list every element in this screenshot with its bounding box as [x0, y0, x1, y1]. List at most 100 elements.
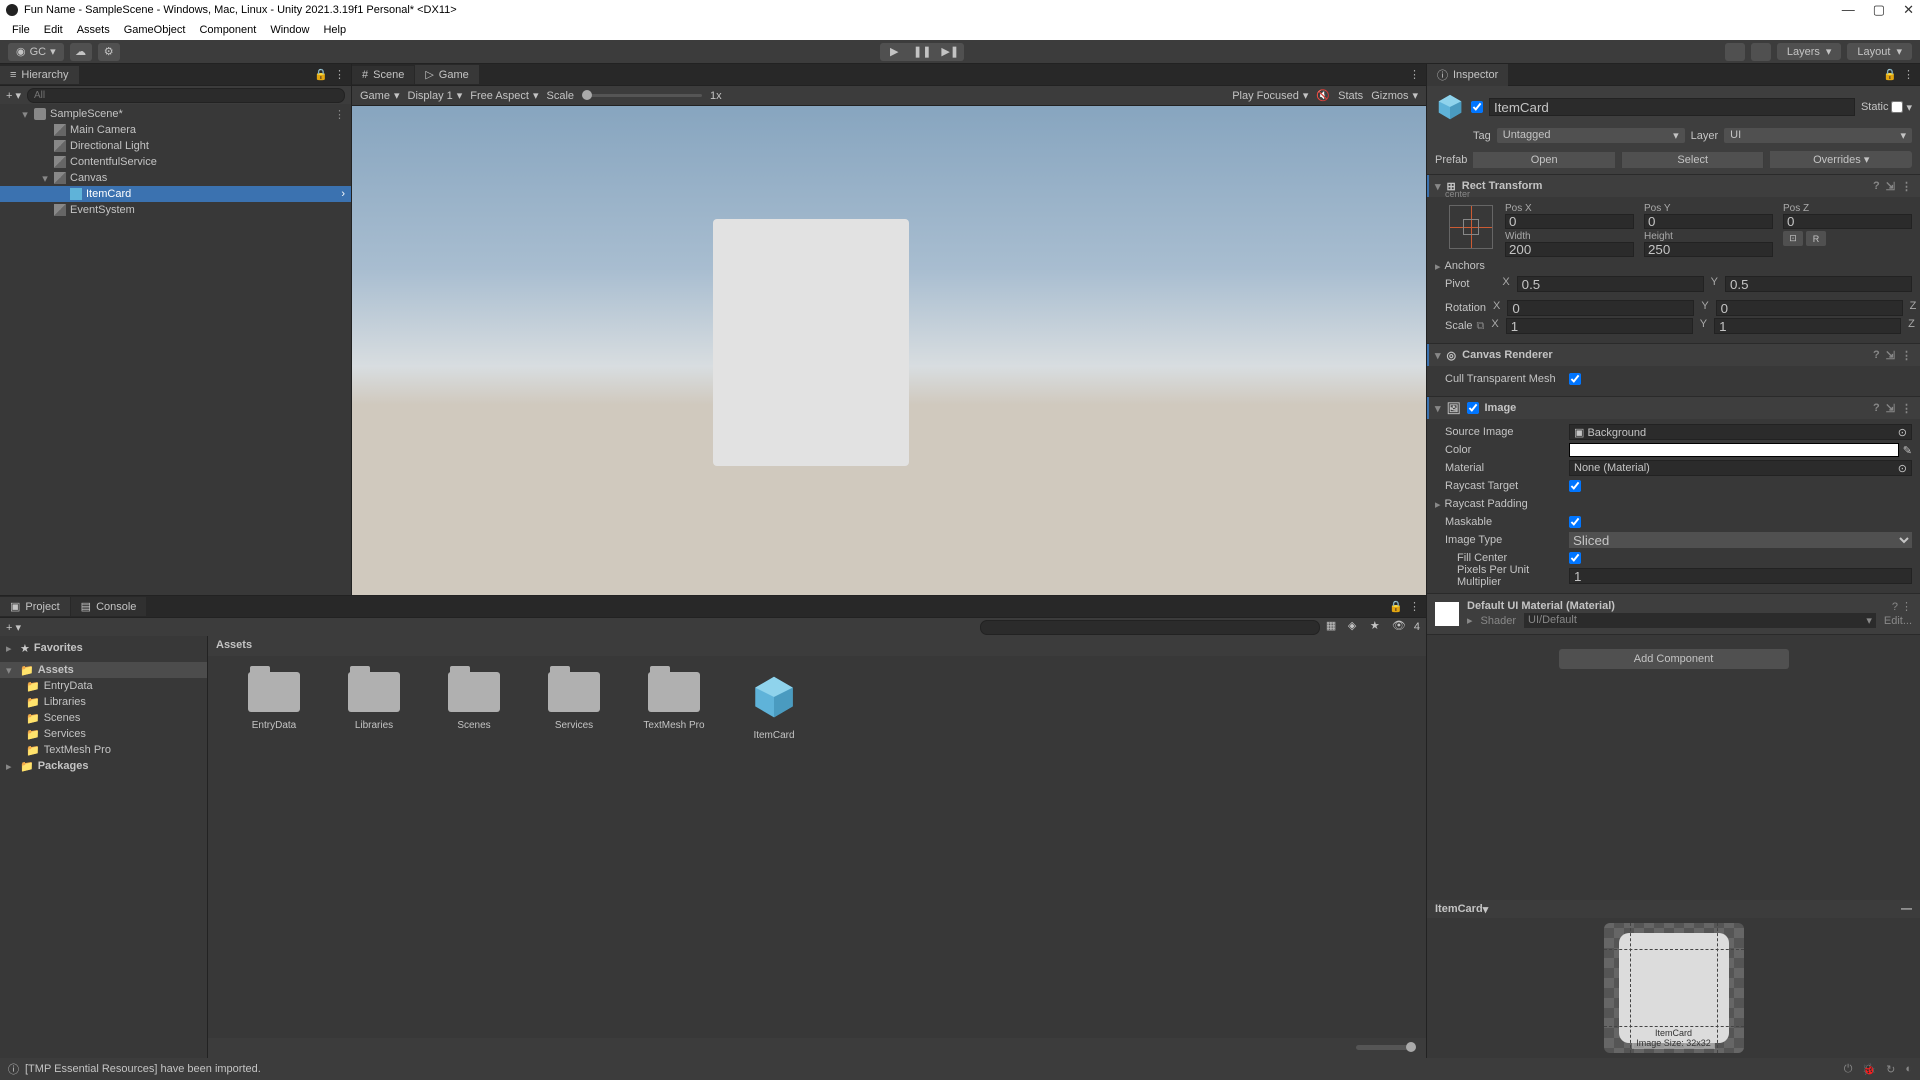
packages-row[interactable]: ▸📁 Packages: [0, 758, 207, 774]
rot-y-field[interactable]: [1716, 300, 1903, 316]
menu-assets[interactable]: Assets: [71, 22, 116, 38]
preset-icon[interactable]: ⇲: [1886, 180, 1895, 193]
color-field[interactable]: [1569, 443, 1899, 457]
menu-window[interactable]: Window: [264, 22, 315, 38]
console-tab[interactable]: ▤ Console: [71, 597, 147, 616]
edit-button[interactable]: Edit...: [1884, 615, 1912, 627]
gizmos-dropdown[interactable]: Gizmos ▾: [1371, 89, 1418, 102]
auto-generate-lighting-icon[interactable]: ⏻: [1844, 1063, 1853, 1076]
posy-field[interactable]: [1644, 214, 1773, 229]
panel-menu-icon[interactable]: ⋮: [1409, 600, 1420, 613]
panel-lock-icon[interactable]: 🔒: [1883, 68, 1897, 81]
hierarchy-item-selected[interactable]: ItemCard›: [0, 186, 351, 202]
asset-item[interactable]: TextMesh Pro: [638, 672, 710, 1022]
asset-item[interactable]: Libraries: [338, 672, 410, 1022]
add-component-button[interactable]: Add Component: [1559, 649, 1789, 669]
eyedropper-icon[interactable]: ✎: [1903, 444, 1912, 457]
settings-button[interactable]: ⚙: [98, 43, 120, 61]
hierarchy-item[interactable]: Main Camera: [0, 122, 351, 138]
layer-dropdown[interactable]: UI▾: [1724, 128, 1912, 143]
scene-tab[interactable]: # Scene: [352, 66, 414, 84]
search-by-type-icon[interactable]: ▦: [1326, 619, 1342, 635]
scale-slider[interactable]: [582, 94, 702, 97]
menu-gameobject[interactable]: GameObject: [118, 22, 192, 38]
tree-item[interactable]: 📁 Scenes: [0, 710, 207, 726]
project-tab[interactable]: ▣ Project: [0, 597, 70, 616]
constrain-icon[interactable]: ⧉: [1477, 320, 1485, 333]
posx-field[interactable]: [1505, 214, 1634, 229]
inspector-tab[interactable]: ⓘ Inspector: [1427, 64, 1508, 86]
undo-history-button[interactable]: [1725, 43, 1745, 61]
layout-dropdown[interactable]: Layout ▾: [1847, 43, 1912, 60]
tree-item[interactable]: 📁 EntryData: [0, 678, 207, 694]
shader-dropdown[interactable]: UI/Default▾: [1524, 613, 1876, 628]
activity-icon[interactable]: ↻: [1886, 1063, 1895, 1076]
thumbnail-size-slider[interactable]: [1356, 1045, 1416, 1050]
asset-item[interactable]: ItemCard: [738, 672, 810, 1022]
save-search-icon[interactable]: ★: [1370, 619, 1386, 635]
panel-lock-icon[interactable]: 🔒: [1389, 600, 1403, 613]
image-type-dropdown[interactable]: Sliced: [1569, 532, 1912, 548]
asset-item[interactable]: Services: [538, 672, 610, 1022]
favorites-row[interactable]: ▸★Favorites: [0, 640, 207, 656]
maximize-button[interactable]: ▢: [1873, 2, 1885, 18]
posz-field[interactable]: [1783, 214, 1912, 229]
hidden-packages-icon[interactable]: 👁: [1392, 619, 1408, 635]
breadcrumb[interactable]: Assets: [208, 636, 1426, 656]
prefab-open-button[interactable]: Open: [1473, 152, 1615, 168]
hierarchy-item-canvas[interactable]: ▾Canvas: [0, 170, 351, 186]
menu-component[interactable]: Component: [193, 22, 262, 38]
play-focused-dropdown[interactable]: Play Focused ▾: [1232, 89, 1308, 102]
hierarchy-search[interactable]: [27, 88, 345, 103]
play-button[interactable]: ▶: [880, 43, 908, 61]
scale-y-field[interactable]: [1714, 318, 1901, 334]
asset-item[interactable]: Scenes: [438, 672, 510, 1022]
raycast-checkbox[interactable]: [1569, 480, 1581, 492]
ppu-field[interactable]: [1569, 568, 1912, 584]
component-menu-icon[interactable]: ⋮: [1901, 180, 1912, 193]
panel-menu-icon[interactable]: ⋮: [1409, 68, 1420, 81]
game-mode-dropdown[interactable]: Game ▾: [360, 89, 400, 102]
tree-item[interactable]: 📁 TextMesh Pro: [0, 742, 207, 758]
minimize-button[interactable]: —: [1842, 2, 1855, 18]
blueprint-button[interactable]: ⊡: [1783, 231, 1803, 246]
menu-edit[interactable]: Edit: [38, 22, 69, 38]
stats-toggle[interactable]: Stats: [1338, 90, 1363, 102]
search-by-label-icon[interactable]: ◈: [1348, 619, 1364, 635]
tree-item[interactable]: 📁 Libraries: [0, 694, 207, 710]
static-checkbox[interactable]: [1891, 101, 1903, 113]
progress-icon[interactable]: ◐: [1905, 1063, 1912, 1076]
hierarchy-tab[interactable]: ≡ Hierarchy: [0, 66, 79, 84]
search-button[interactable]: [1751, 43, 1771, 61]
gameobject-name-field[interactable]: [1489, 98, 1855, 116]
prefab-select-button[interactable]: Select: [1621, 152, 1765, 168]
source-image-field[interactable]: ▣ Background⊙: [1569, 424, 1912, 440]
gameobject-active-checkbox[interactable]: [1471, 101, 1483, 113]
cloud-button[interactable]: ☁: [70, 43, 92, 61]
aspect-dropdown[interactable]: Free Aspect ▾: [470, 89, 538, 102]
project-search[interactable]: [980, 620, 1320, 635]
create-asset-button[interactable]: + ▾: [6, 621, 21, 634]
asset-item[interactable]: EntryData: [238, 672, 310, 1022]
game-tab[interactable]: ▷ Game: [415, 65, 478, 84]
panel-menu-icon[interactable]: ⋮: [334, 68, 345, 81]
menu-help[interactable]: Help: [317, 22, 352, 38]
help-icon[interactable]: ?: [1873, 180, 1880, 193]
anchor-preset-button[interactable]: [1449, 205, 1493, 249]
pause-button[interactable]: ❚❚: [908, 43, 936, 61]
panel-lock-icon[interactable]: 🔒: [314, 68, 328, 81]
create-button[interactable]: + ▾: [6, 89, 21, 102]
panel-menu-icon[interactable]: ⋮: [1903, 68, 1914, 81]
layers-dropdown[interactable]: Layers ▾: [1777, 43, 1842, 60]
fill-center-checkbox[interactable]: [1569, 552, 1581, 564]
width-field[interactable]: [1505, 242, 1634, 257]
tree-item[interactable]: 📁 Services: [0, 726, 207, 742]
assets-row[interactable]: ▾📁 Assets: [0, 662, 207, 678]
pivot-x-field[interactable]: [1517, 276, 1704, 292]
height-field[interactable]: [1644, 242, 1773, 257]
pivot-y-field[interactable]: [1725, 276, 1912, 292]
hierarchy-item[interactable]: ContentfulService: [0, 154, 351, 170]
debug-icon[interactable]: 🐞: [1862, 1063, 1876, 1076]
raw-edit-button[interactable]: R: [1806, 231, 1826, 246]
mute-button[interactable]: 🔇: [1316, 89, 1330, 102]
